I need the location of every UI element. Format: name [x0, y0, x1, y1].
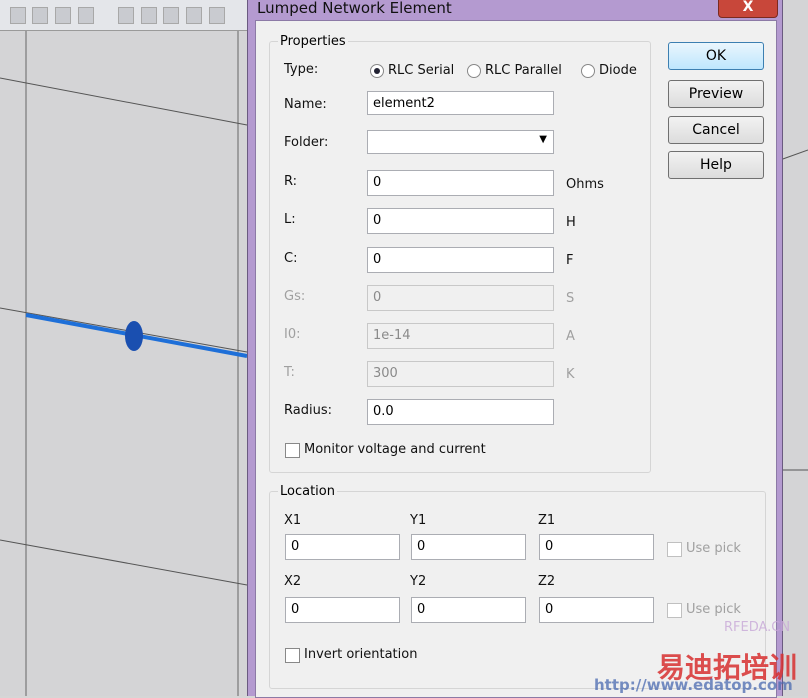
y2-label: Y2 — [410, 574, 427, 589]
preview-button[interactable]: Preview — [668, 80, 764, 108]
name-input[interactable]: element2 — [367, 91, 554, 115]
l-unit: H — [566, 215, 576, 230]
invert-orientation-checkbox[interactable] — [285, 648, 300, 663]
rlc-serial-radio[interactable] — [370, 64, 384, 78]
y1-input[interactable]: 0 — [411, 534, 526, 560]
invert-orientation-label[interactable]: Invert orientation — [304, 647, 417, 662]
gs-input: 0 — [367, 285, 554, 311]
t-label: T: — [284, 365, 295, 380]
dialog-title: Lumped Network Element — [257, 0, 452, 17]
toolbar — [0, 0, 247, 31]
close-button[interactable]: X — [718, 0, 778, 18]
chevron-down-icon: ▼ — [539, 134, 547, 145]
rlc-serial-label[interactable]: RLC Serial — [388, 63, 454, 78]
diode-radio[interactable] — [581, 64, 595, 78]
im-icon[interactable] — [141, 7, 157, 24]
e-field-icon[interactable] — [10, 7, 26, 24]
use-pick-1-checkbox[interactable] — [667, 542, 682, 557]
radius-input[interactable]: 0.0 — [367, 399, 554, 425]
x1-label: X1 — [284, 513, 302, 528]
abs-icon[interactable] — [163, 7, 179, 24]
c-input[interactable]: 0 — [367, 247, 554, 273]
x1-input[interactable]: 0 — [285, 534, 400, 560]
help-button[interactable]: Help — [668, 151, 764, 179]
gs-unit: S — [566, 291, 575, 306]
location-label: Location — [278, 484, 337, 499]
folder-label: Folder: — [284, 135, 329, 150]
use-pick-2-label: Use pick — [686, 602, 741, 617]
t-unit: K — [566, 367, 575, 382]
t-input: 300 — [367, 361, 554, 387]
diode-label[interactable]: Diode — [599, 63, 637, 78]
r-label: R: — [284, 174, 298, 189]
h-icon[interactable] — [55, 7, 71, 24]
use-pick-2-checkbox[interactable] — [667, 603, 682, 618]
r-input[interactable]: 0 — [367, 170, 554, 196]
name-label: Name: — [284, 97, 327, 112]
x2-label: X2 — [284, 574, 302, 589]
db-icon[interactable] — [186, 7, 202, 24]
dialog-body: Properties Type: RLC Serial RLC Parallel… — [255, 20, 777, 698]
cancel-button[interactable]: Cancel — [668, 116, 764, 144]
i-icon[interactable] — [32, 7, 48, 24]
rlc-parallel-label[interactable]: RLC Parallel — [485, 63, 562, 78]
z2-input[interactable]: 0 — [539, 597, 654, 623]
l-label: L: — [284, 212, 296, 227]
c-label: C: — [284, 251, 298, 266]
r-unit: Ohms — [566, 177, 604, 192]
c-unit: F — [566, 253, 574, 268]
re-icon[interactable] — [118, 7, 134, 24]
y1-label: Y1 — [410, 513, 427, 528]
lumped-network-element-dialog: Lumped Network Element X Properties Type… — [247, 0, 783, 698]
z1-label: Z1 — [538, 513, 556, 528]
properties-label: Properties — [278, 34, 348, 49]
rlc-parallel-radio[interactable] — [467, 64, 481, 78]
i0-input: 1e-14 — [367, 323, 554, 349]
gs-label: Gs: — [284, 289, 306, 304]
z1-input[interactable]: 0 — [539, 534, 654, 560]
radius-label: Radius: — [284, 403, 332, 418]
i0-unit: A — [566, 329, 575, 344]
monitor-checkbox[interactable] — [285, 443, 300, 458]
z2-label: Z2 — [538, 574, 556, 589]
folder-select[interactable]: ▼ — [367, 130, 554, 154]
n-icon[interactable] — [78, 7, 94, 24]
ok-button[interactable]: OK — [668, 42, 764, 70]
monitor-label[interactable]: Monitor voltage and current — [304, 442, 486, 457]
lumped-element-marker — [125, 321, 143, 351]
l-input[interactable]: 0 — [367, 208, 554, 234]
use-pick-1-label: Use pick — [686, 541, 741, 556]
x2-input[interactable]: 0 — [285, 597, 400, 623]
i0-label: I0: — [284, 327, 301, 342]
phase-icon[interactable] — [209, 7, 225, 24]
y2-input[interactable]: 0 — [411, 597, 526, 623]
type-label: Type: — [284, 62, 319, 77]
